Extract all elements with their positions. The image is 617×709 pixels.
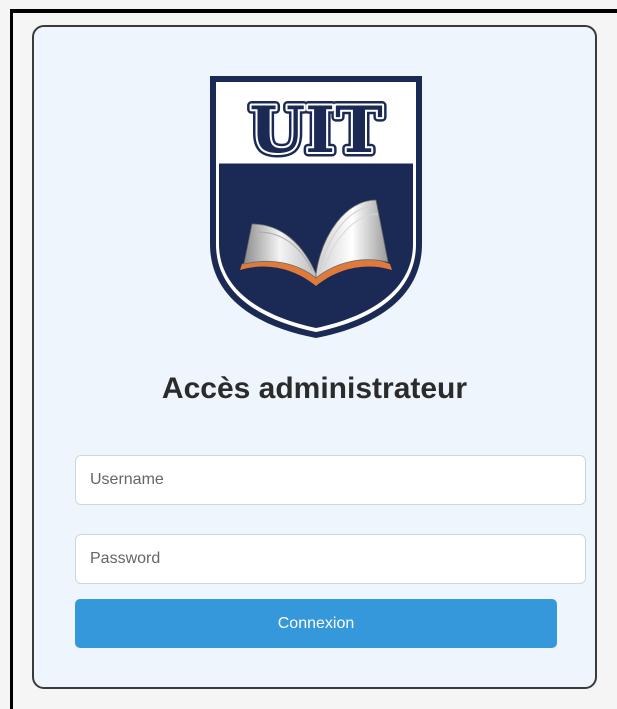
window-frame-top bbox=[10, 9, 617, 13]
window-frame-left bbox=[10, 9, 13, 709]
username-input[interactable] bbox=[75, 455, 586, 505]
uit-logo: UIT UIT UIT bbox=[210, 76, 422, 338]
svg-text:UIT: UIT bbox=[249, 93, 382, 168]
login-button[interactable]: Connexion bbox=[75, 599, 557, 648]
page-title: Accès administrateur bbox=[161, 372, 468, 405]
password-input[interactable] bbox=[75, 534, 586, 584]
